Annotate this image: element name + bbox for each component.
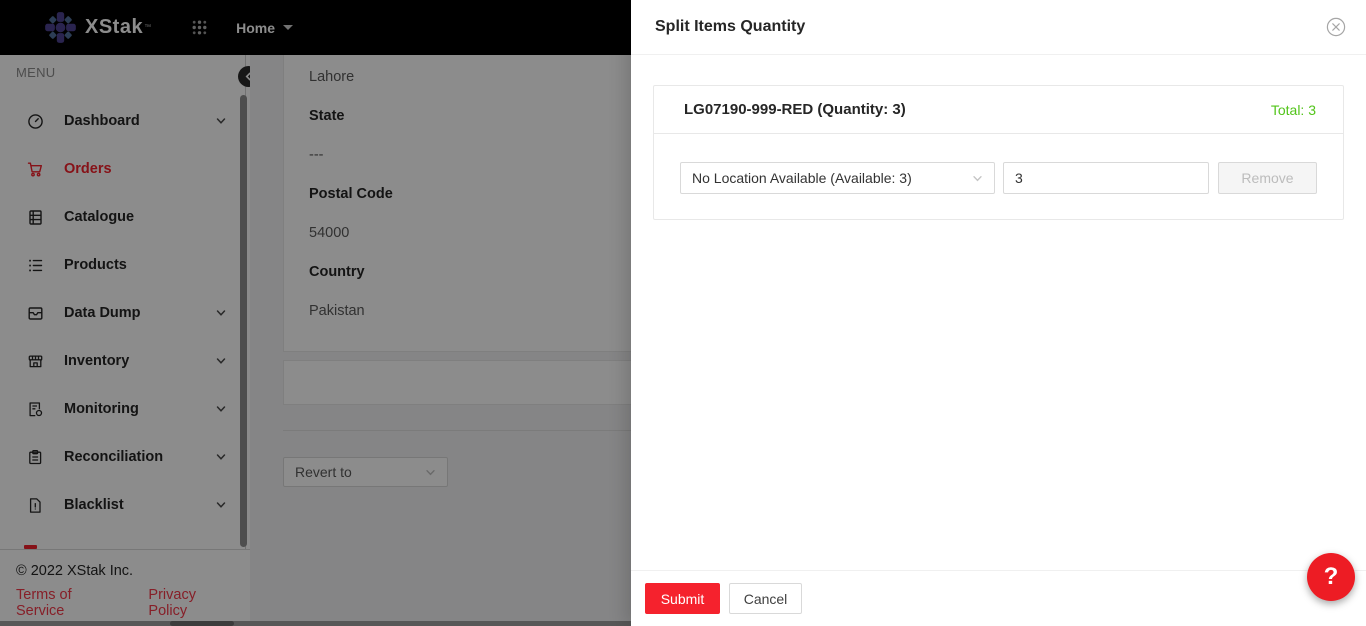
chevron-down-icon bbox=[972, 173, 983, 184]
remove-button[interactable]: Remove bbox=[1218, 162, 1317, 194]
submit-button[interactable]: Submit bbox=[645, 583, 720, 614]
question-mark-icon: ? bbox=[1324, 563, 1339, 591]
drawer-footer: Submit Cancel bbox=[631, 570, 1366, 626]
split-item-card-header: LG07190-999-RED (Quantity: 3) Total: 3 bbox=[654, 86, 1343, 134]
location-select-value: No Location Available (Available: 3) bbox=[692, 170, 912, 186]
split-item-card: LG07190-999-RED (Quantity: 3) Total: 3 N… bbox=[653, 85, 1344, 220]
split-item-card-body: No Location Available (Available: 3) Rem… bbox=[654, 134, 1343, 219]
cancel-button[interactable]: Cancel bbox=[729, 583, 802, 614]
drawer-header: Split Items Quantity bbox=[631, 0, 1366, 55]
help-button[interactable]: ? bbox=[1307, 553, 1355, 601]
drawer-body: LG07190-999-RED (Quantity: 3) Total: 3 N… bbox=[631, 55, 1366, 220]
split-items-quantity-drawer: Split Items Quantity LG07190-999-RED (Qu… bbox=[631, 0, 1366, 626]
location-select[interactable]: No Location Available (Available: 3) bbox=[680, 162, 995, 194]
close-button[interactable] bbox=[1325, 16, 1347, 38]
item-total-badge: Total: 3 bbox=[1271, 102, 1316, 118]
quantity-input[interactable] bbox=[1003, 162, 1209, 194]
item-sku-title: LG07190-999-RED (Quantity: 3) bbox=[684, 101, 906, 118]
drawer-title: Split Items Quantity bbox=[655, 18, 805, 36]
